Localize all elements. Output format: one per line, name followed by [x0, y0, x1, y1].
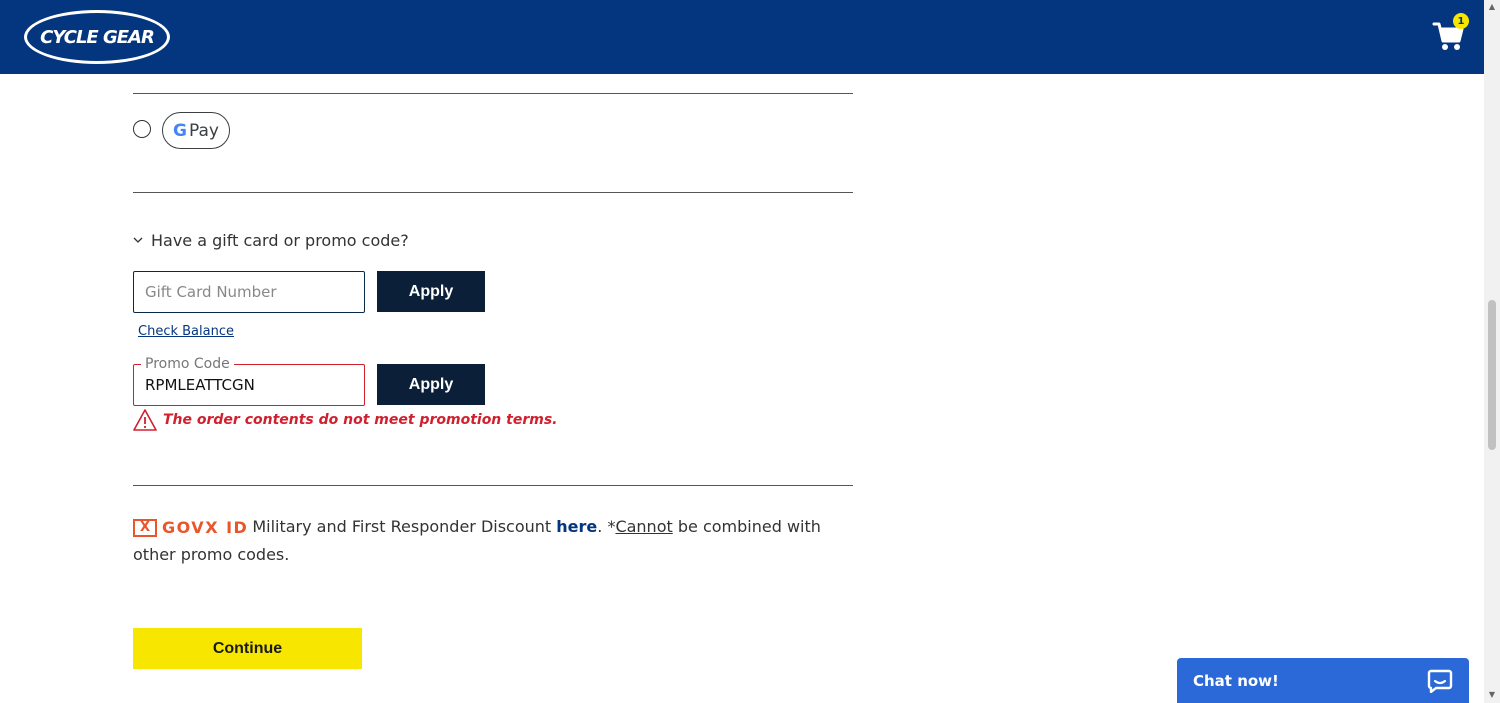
- govx-logo-text: GOVX ID: [162, 518, 249, 537]
- promo-error: The order contents do not meet promotion…: [133, 408, 557, 432]
- govx-text-before: Military and First Responder Discount: [252, 517, 557, 536]
- chat-bubble-icon: [1427, 669, 1453, 693]
- govx-x-icon: X: [133, 518, 157, 537]
- gift-card-input[interactable]: [134, 272, 364, 312]
- google-pay-badge[interactable]: G Pay: [162, 112, 230, 149]
- gpay-radio[interactable]: [133, 120, 151, 138]
- chevron-down-icon: [133, 237, 143, 243]
- chat-now-label: Chat now!: [1193, 671, 1279, 690]
- promo-error-message: The order contents do not meet promotion…: [163, 412, 558, 428]
- apply-gift-card-button[interactable]: Apply: [377, 271, 485, 312]
- scrollbar-thumb[interactable]: [1488, 300, 1496, 450]
- gpay-label: Pay: [189, 120, 219, 141]
- section-divider: [133, 192, 853, 193]
- apply-promo-button[interactable]: Apply: [377, 364, 485, 405]
- section-divider: [133, 93, 853, 94]
- google-g-icon: G: [173, 120, 187, 141]
- cart-count-badge: 1: [1453, 13, 1469, 29]
- scroll-up-icon[interactable]: ▲: [1486, 2, 1498, 12]
- govx-text-mid: . *: [597, 517, 616, 536]
- govx-discount-text: X GOVX ID Military and First Responder D…: [133, 513, 853, 568]
- govx-logo: X GOVX ID: [133, 514, 248, 541]
- govx-cannot-text: Cannot: [615, 517, 673, 536]
- logo-text: CYCLE GEAR: [40, 26, 155, 48]
- continue-button[interactable]: Continue: [133, 628, 362, 669]
- scroll-down-icon[interactable]: ▼: [1486, 690, 1498, 700]
- site-header: CYCLE GEAR 1: [0, 0, 1484, 74]
- promo-toggle-label: Have a gift card or promo code?: [151, 230, 409, 250]
- promo-code-label: Promo Code: [141, 356, 234, 372]
- check-balance-link[interactable]: Check Balance: [138, 324, 234, 339]
- chat-now-widget[interactable]: Chat now!: [1177, 658, 1469, 703]
- promo-toggle[interactable]: Have a gift card or promo code?: [133, 229, 409, 251]
- cycle-gear-logo[interactable]: CYCLE GEAR: [24, 10, 170, 64]
- govx-here-link[interactable]: here: [556, 517, 597, 536]
- section-divider: [133, 485, 853, 486]
- gift-card-field[interactable]: [133, 271, 365, 313]
- warning-icon: [133, 409, 157, 431]
